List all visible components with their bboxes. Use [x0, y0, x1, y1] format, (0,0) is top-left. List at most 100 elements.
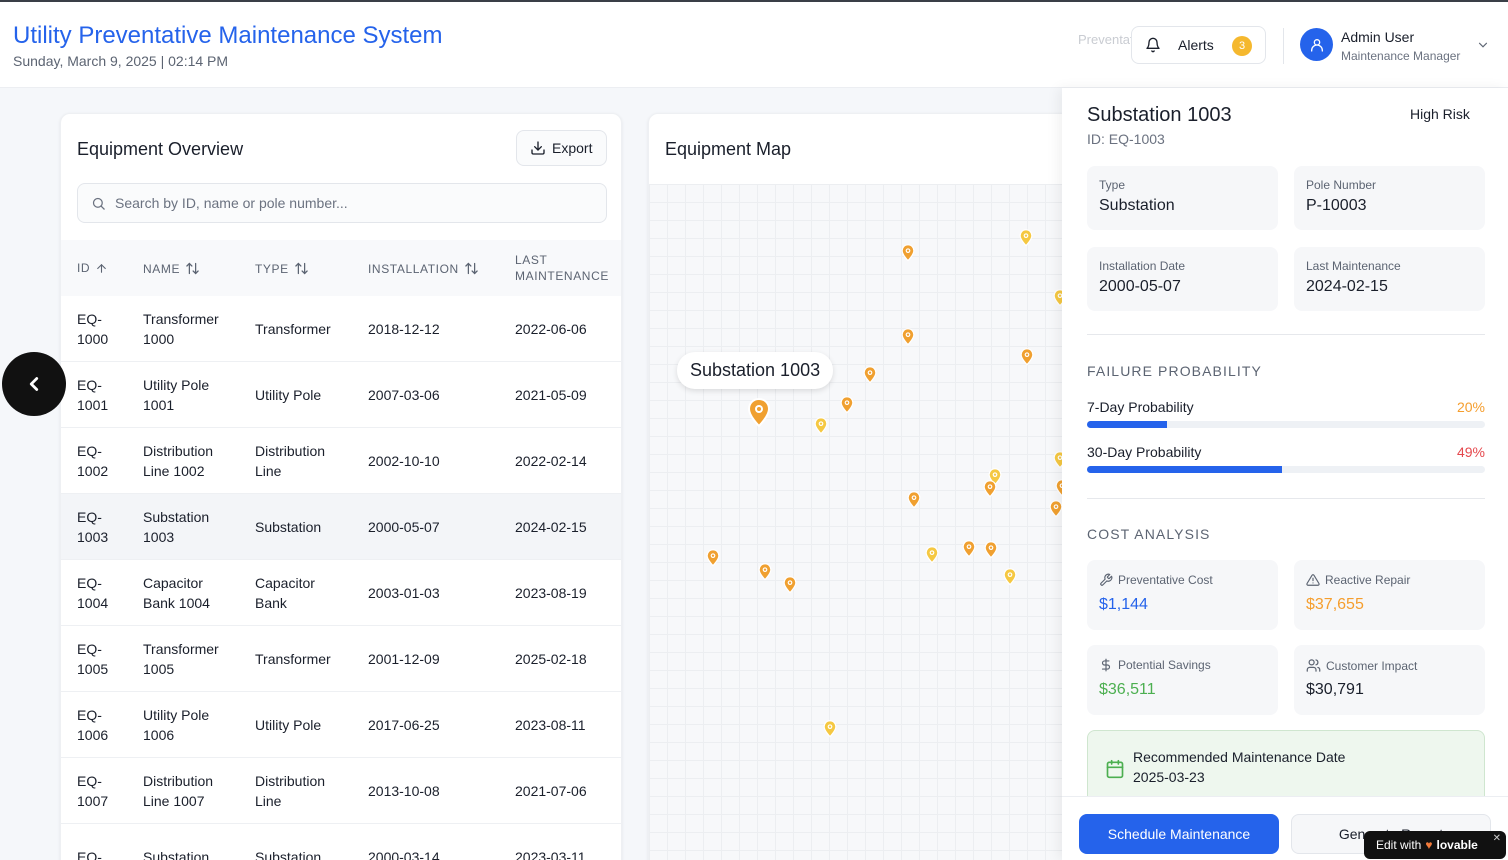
- search-icon: [92, 197, 105, 210]
- installation-label: Installation Date: [1099, 259, 1186, 273]
- cell-id: EQ-: [77, 847, 102, 860]
- cell-name: Utility Pole 1006: [143, 705, 209, 745]
- preventative-cost-value: $1,144: [1099, 596, 1148, 613]
- map-pin[interactable]: [840, 396, 854, 414]
- sort-icon: [295, 262, 308, 275]
- column-header-name[interactable]: NAME: [143, 261, 200, 276]
- cell-type-line: Line: [255, 463, 282, 479]
- cell-id-line: 1003: [77, 529, 109, 545]
- map-pin[interactable]: [1019, 229, 1033, 247]
- export-label: Export: [552, 140, 593, 156]
- divider: [1087, 498, 1485, 499]
- map-pin[interactable]: [814, 417, 828, 435]
- divider: [1087, 334, 1485, 335]
- alerts-count-badge: 3: [1232, 36, 1252, 56]
- map-pin[interactable]: [984, 541, 998, 559]
- column-id-label: ID: [77, 261, 91, 275]
- prob-30day-bar: [1087, 466, 1485, 473]
- cell-installation-line: 2018-12-12: [368, 321, 440, 337]
- search-input[interactable]: [115, 195, 595, 211]
- cell-last-maintenance: 2021-05-09: [515, 385, 587, 405]
- type-info-box: Type Substation: [1087, 166, 1278, 230]
- close-icon[interactable]: ✕: [1493, 833, 1501, 844]
- table-row[interactable]: EQ- 1000 Transformer 1000 Transformer 2018-12…: [61, 296, 621, 362]
- cell-name-line: 1006: [143, 727, 175, 743]
- cell-installation: 2000-05-07: [368, 517, 440, 537]
- selected-map-pin[interactable]: [747, 398, 771, 428]
- detail-id: ID: EQ-1003: [1087, 131, 1165, 147]
- cell-id-line: EQ-: [77, 377, 102, 393]
- cell-name-line: Line 1002: [143, 463, 205, 479]
- search-box[interactable]: [77, 183, 607, 223]
- map-pin[interactable]: [1003, 568, 1017, 586]
- user-name[interactable]: Admin User: [1341, 29, 1414, 45]
- map-pin[interactable]: [823, 720, 837, 738]
- cell-last-maintenance-line: 2021-05-09: [515, 387, 587, 403]
- cell-installation: 2000-03-14: [368, 847, 440, 860]
- map-pin[interactable]: [706, 549, 720, 567]
- cost-analysis-heading: COST ANALYSIS: [1087, 526, 1211, 542]
- map-pin[interactable]: [983, 480, 997, 498]
- column-header-installation[interactable]: INSTALLATION: [368, 261, 479, 276]
- map-pin[interactable]: [783, 576, 797, 594]
- map-pin[interactable]: [863, 366, 877, 384]
- cell-id-line: EQ-: [77, 849, 102, 860]
- collapse-panel-button[interactable]: [2, 352, 66, 416]
- column-last-label-line1: LAST: [515, 253, 548, 267]
- cell-id-line: EQ-: [77, 443, 102, 459]
- cell-last-maintenance: 2025-02-18: [515, 649, 587, 669]
- cell-name-line: Transformer: [143, 641, 219, 657]
- map-pin[interactable]: [901, 244, 915, 262]
- sort-icon: [465, 262, 478, 275]
- cell-name-line: Distribution: [143, 443, 214, 459]
- cell-id: EQ- 1007: [77, 771, 108, 811]
- table-row[interactable]: EQ- 1002 Distribution Line 1002 Distribution…: [61, 428, 621, 494]
- table-row[interactable]: EQ- 1006 Utility Pole 1006 Utility Pole 2017-…: [61, 692, 621, 758]
- cell-installation-line: 2013-10-08: [368, 783, 440, 799]
- cell-installation-line: 2000-03-14: [368, 849, 440, 860]
- column-header-type[interactable]: TYPE: [255, 261, 309, 276]
- user-avatar[interactable]: [1300, 28, 1333, 61]
- map-pin[interactable]: [1020, 348, 1034, 366]
- schedule-maintenance-button[interactable]: Schedule Maintenance: [1079, 814, 1279, 854]
- detail-title: Substation 1003: [1087, 104, 1232, 126]
- map-pin[interactable]: [962, 540, 976, 558]
- table-row[interactable]: EQ- 1007 Distribution Line 1007 Distribution…: [61, 758, 621, 824]
- map-pin[interactable]: [925, 546, 939, 564]
- map-canvas[interactable]: [649, 184, 1087, 860]
- edit-with-lovable-badge[interactable]: Edit with ♥ lovable ✕: [1364, 831, 1506, 859]
- reactive-repair-value: $37,655: [1306, 596, 1364, 613]
- cell-installation: 2002-10-10: [368, 451, 440, 471]
- table-row[interactable]: EQ- 1004 Capacitor Bank 1004 Capacitor Bank 20…: [61, 560, 621, 626]
- edit-with-text: Edit with: [1376, 838, 1422, 852]
- potential-savings-box: Potential Savings $36,511: [1087, 645, 1278, 715]
- cell-id-line: EQ-: [77, 575, 102, 591]
- map-pin[interactable]: [1049, 500, 1063, 518]
- cell-type: Substation: [255, 517, 321, 537]
- customer-impact-label: Customer Impact: [1306, 658, 1417, 673]
- cell-last-maintenance: 2022-06-06: [515, 319, 587, 339]
- cell-installation-line: 2017-06-25: [368, 717, 440, 733]
- column-header-id[interactable]: ID: [77, 261, 108, 275]
- table-row[interactable]: EQ- 1005 Transformer 1005 Transformer 2001-12…: [61, 626, 621, 692]
- table-row[interactable]: EQ- 1001 Utility Pole 1001 Utility Pole 2007-…: [61, 362, 621, 428]
- sort-icon: [186, 262, 199, 275]
- cell-id-line: 1002: [77, 463, 109, 479]
- chevron-down-icon[interactable]: [1476, 38, 1490, 52]
- map-pin[interactable]: [758, 563, 772, 581]
- column-header-last-maintenance[interactable]: LAST MAINTENANCE: [515, 252, 609, 284]
- map-pin[interactable]: [901, 328, 915, 346]
- cell-name-line: 1003: [143, 529, 175, 545]
- recommended-date-value: 2025-03-23: [1133, 769, 1205, 785]
- last-maintenance-value: 2024-02-15: [1306, 278, 1388, 295]
- export-button[interactable]: Export: [516, 130, 607, 166]
- cell-installation: 2003-01-03: [368, 583, 440, 603]
- alerts-button[interactable]: Alerts 3: [1131, 26, 1266, 64]
- equipment-overview-title: Equipment Overview: [77, 139, 244, 159]
- cell-type-line: Distribution: [255, 773, 326, 789]
- table-row[interactable]: EQ- 1003 Substation 1003 Substation 2000-05-0…: [61, 494, 621, 560]
- app-title: Utility Preventative Maintenance System: [13, 22, 443, 49]
- map-pin[interactable]: [907, 491, 921, 509]
- table-row[interactable]: EQ- Substation Substation 2000-03-14 2023-03…: [61, 824, 621, 860]
- failure-probability-heading: FAILURE PROBABILITY: [1087, 363, 1262, 379]
